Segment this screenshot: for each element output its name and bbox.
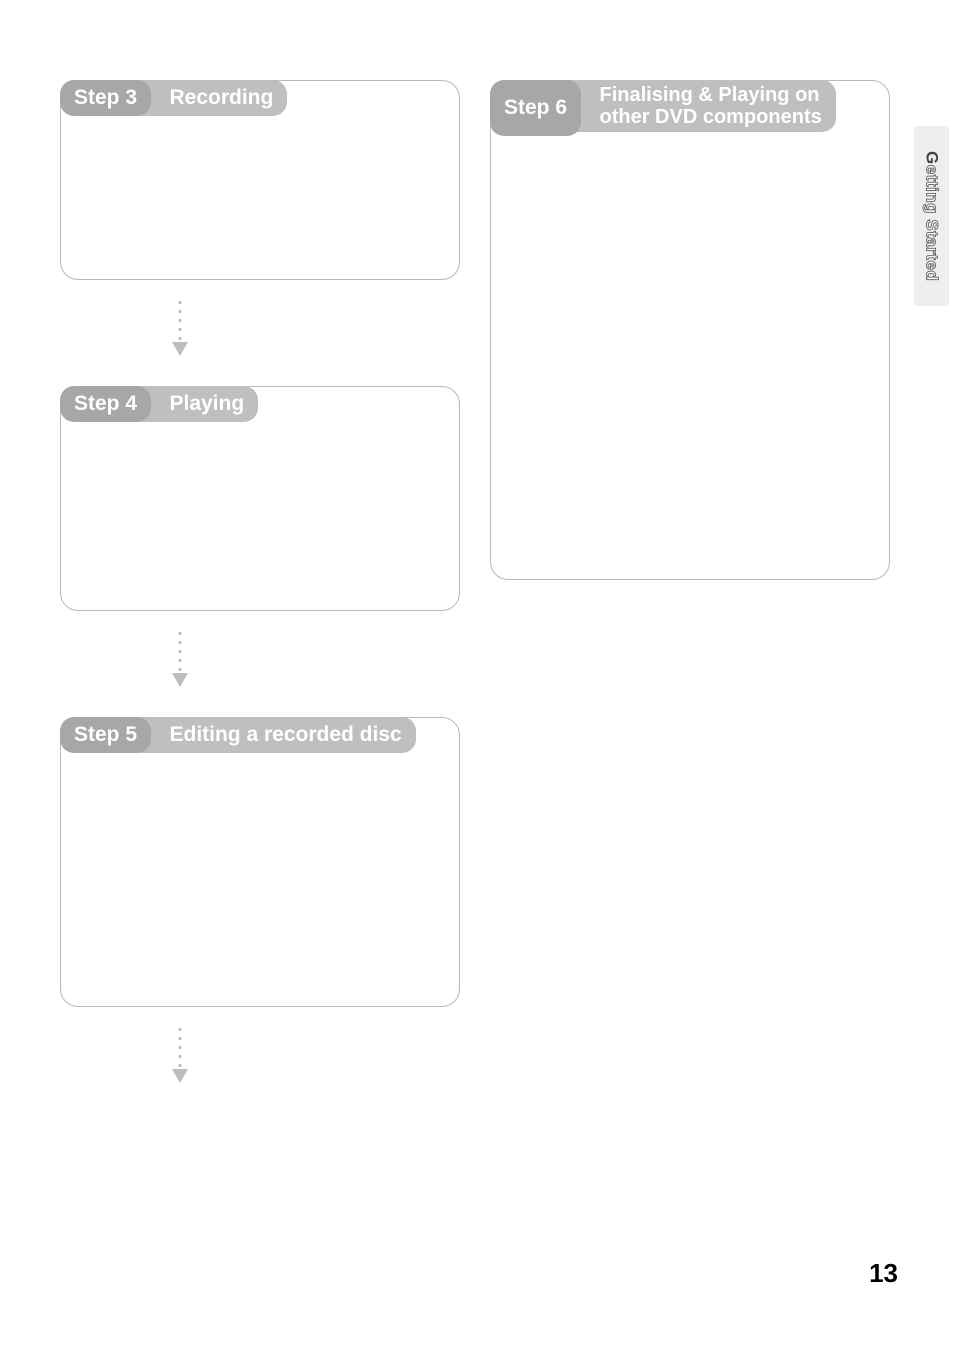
step-6-body bbox=[491, 136, 889, 256]
right-column: Step 6 Finalising & Playing on other DVD… bbox=[490, 80, 890, 580]
side-tab-first-letter: G bbox=[923, 151, 942, 165]
step-5-header: Step 5 Editing a recorded disc bbox=[60, 717, 460, 753]
step-4-number: Step 4 bbox=[60, 386, 151, 422]
page-number: 13 bbox=[869, 1258, 898, 1289]
step-4-header: Step 4 Playing bbox=[60, 386, 460, 422]
page: Step 3 Recording Step 4 Playing Step 5 E… bbox=[0, 0, 954, 1349]
step-6-box: Step 6 Finalising & Playing on other DVD… bbox=[490, 80, 890, 580]
arrow-down-icon bbox=[170, 298, 194, 368]
step-5-box: Step 5 Editing a recorded disc bbox=[60, 717, 460, 1007]
arrow-down-icon bbox=[170, 1025, 194, 1095]
step-4-box: Step 4 Playing bbox=[60, 386, 460, 611]
step-5-number: Step 5 bbox=[60, 717, 151, 753]
left-column: Step 3 Recording Step 4 Playing Step 5 E… bbox=[60, 80, 460, 1113]
side-tab: Getting Started bbox=[914, 126, 949, 306]
arrow-down-icon bbox=[170, 629, 194, 699]
side-tab-label: Getting Started bbox=[922, 151, 942, 281]
step-3-box: Step 3 Recording bbox=[60, 80, 460, 280]
step-3-number: Step 3 bbox=[60, 80, 151, 116]
step-5-title: Editing a recorded disc bbox=[125, 717, 415, 753]
step-6-number: Step 6 bbox=[490, 80, 581, 136]
step-4-body bbox=[61, 422, 459, 542]
step-3-body bbox=[61, 116, 459, 236]
step-6-title: Finalising & Playing on other DVD compon… bbox=[555, 80, 835, 132]
step-3-header: Step 3 Recording bbox=[60, 80, 460, 116]
step-6-header: Step 6 Finalising & Playing on other DVD… bbox=[490, 80, 890, 136]
side-tab-rest: etting Started bbox=[923, 165, 942, 282]
step-5-body bbox=[61, 753, 459, 873]
